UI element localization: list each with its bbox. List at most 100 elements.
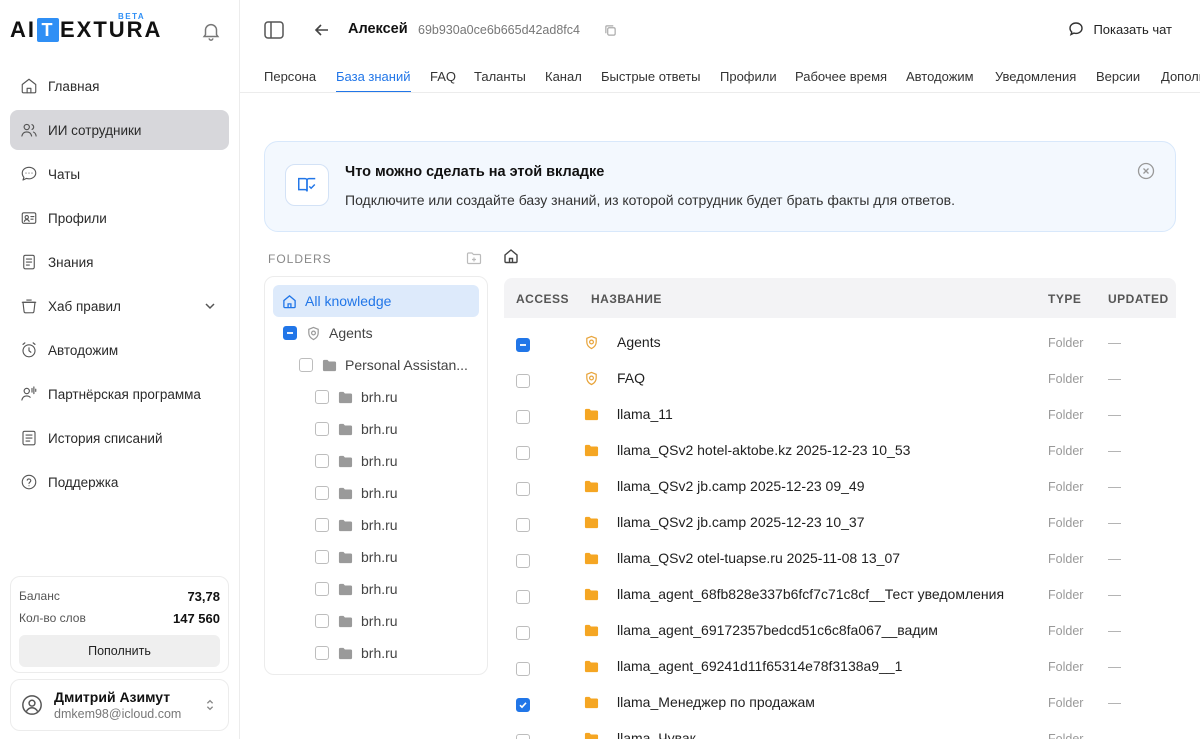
bell-icon[interactable]: [200, 20, 222, 42]
row-updated: —: [1108, 443, 1121, 458]
access-checkbox[interactable]: [516, 337, 530, 352]
access-checkbox[interactable]: [516, 373, 530, 388]
table-row[interactable]: llama_QSv2 jb.camp 2025-12-23 09_49 Folde…: [504, 468, 1176, 504]
column-access[interactable]: ACCESS: [516, 292, 569, 306]
tree-item-label: All knowledge: [305, 293, 392, 309]
sidebar-toggle-icon[interactable]: [264, 21, 284, 39]
table-row[interactable]: llama_agent_68fb828e337b6fcf7c71c8cf__Те…: [504, 576, 1176, 612]
balance-card: Баланс 73,78 Кол-во слов 147 560 Пополни…: [10, 576, 229, 673]
column-updated[interactable]: UPDATED: [1108, 292, 1169, 306]
tab-12[interactable]: Дополнительно: [1161, 69, 1200, 92]
access-checkbox[interactable]: [516, 589, 530, 604]
tree-item-child[interactable]: brh.ru: [315, 477, 479, 509]
tree-item-child[interactable]: brh.ru: [315, 381, 479, 413]
tab-10[interactable]: Уведомления: [995, 69, 1076, 92]
show-chat-button[interactable]: Показать чат: [1068, 21, 1172, 37]
access-checkbox[interactable]: [516, 553, 530, 568]
tree-checkbox[interactable]: [283, 326, 297, 340]
access-checkbox[interactable]: [516, 409, 530, 424]
sidebar-item-chat[interactable]: Чаты: [10, 154, 229, 194]
user-menu[interactable]: Дмитрий Азимут dmkem98@icloud.com: [10, 679, 229, 731]
table-row[interactable]: llama_Чувак Folder —: [504, 720, 1176, 739]
tree-checkbox[interactable]: [315, 582, 329, 596]
sidebar-item-users[interactable]: ИИ сотрудники: [10, 110, 229, 150]
sidebar-item-help[interactable]: Поддержка: [10, 462, 229, 502]
column-type[interactable]: TYPE: [1048, 292, 1081, 306]
back-arrow-icon[interactable]: [314, 22, 330, 38]
logo[interactable]: AI T EXTURA BETA: [10, 12, 162, 46]
access-checkbox[interactable]: [516, 733, 530, 739]
tree-item-child[interactable]: brh.ru: [315, 509, 479, 541]
tab-11[interactable]: Версии: [1096, 69, 1140, 92]
sidebar-item-label: Профили: [48, 210, 107, 226]
table-row[interactable]: llama_QSv2 otel-tuapse.ru 2025-11-08 13_…: [504, 540, 1176, 576]
sidebar-item-partner[interactable]: Партнёрская программа: [10, 374, 229, 414]
close-icon[interactable]: [1137, 162, 1155, 180]
row-type: Folder: [1048, 552, 1084, 566]
tree-checkbox[interactable]: [315, 422, 329, 436]
table-row[interactable]: llama_QSv2 jb.camp 2025-12-23 10_37 Folde…: [504, 504, 1176, 540]
topup-button[interactable]: Пополнить: [19, 635, 220, 667]
row-name: llama_11: [617, 406, 673, 422]
tree-item-personal-assistant[interactable]: Personal Assistan...: [299, 349, 479, 381]
sidebar-item-history[interactable]: История списаний: [10, 418, 229, 458]
tree-checkbox[interactable]: [299, 358, 313, 372]
sidebar-item-rules[interactable]: Хаб правил: [10, 286, 229, 326]
table-row[interactable]: llama_QSv2 hotel-aktobe.kz 2025-12-23 10…: [504, 432, 1176, 468]
tree-item-agents[interactable]: Agents: [283, 317, 479, 349]
table-row[interactable]: llama_agent_69241d11f65314e78f3138a9__1 F…: [504, 648, 1176, 684]
table-row[interactable]: llama_agent_69172357bedcd51c6c8fa067__ва…: [504, 612, 1176, 648]
tab-3[interactable]: FAQ: [430, 69, 456, 92]
tree-item-child[interactable]: brh.ru: [315, 573, 479, 605]
tab-1[interactable]: Персона: [264, 69, 316, 92]
tab-6[interactable]: Быстрые ответы: [601, 69, 701, 92]
table-row[interactable]: Agents Folder —: [504, 324, 1176, 360]
tab-9[interactable]: Автодожим: [906, 69, 974, 92]
row-name: llama_agent_69172357bedcd51c6c8fa067__ва…: [617, 622, 938, 638]
tab-8[interactable]: Рабочее время: [795, 69, 887, 92]
access-checkbox[interactable]: [516, 481, 530, 496]
tab-2[interactable]: База знаний: [336, 69, 411, 92]
chevron-up-down-icon: [206, 699, 214, 711]
tree-checkbox[interactable]: [315, 390, 329, 404]
access-checkbox[interactable]: [516, 697, 530, 712]
tree-item-child[interactable]: brh.ru: [315, 605, 479, 637]
tree-item-all-knowledge[interactable]: All knowledge: [273, 285, 479, 317]
sidebar-item-profile-card[interactable]: Профили: [10, 198, 229, 238]
access-checkbox[interactable]: [516, 517, 530, 532]
tree-checkbox[interactable]: [315, 646, 329, 660]
table-row[interactable]: llama_11 Folder —: [504, 396, 1176, 432]
access-checkbox[interactable]: [516, 445, 530, 460]
tree-item-child[interactable]: brh.ru: [315, 413, 479, 445]
tree-item-child[interactable]: brh.ru: [315, 541, 479, 573]
tree-item-child[interactable]: brh.ru: [315, 445, 479, 477]
access-checkbox[interactable]: [516, 625, 530, 640]
tree-checkbox[interactable]: [315, 454, 329, 468]
balance-value: 73,78: [187, 588, 220, 604]
tree-item-child[interactable]: brh.ru: [315, 637, 479, 669]
row-updated: —: [1108, 551, 1121, 566]
sidebar-item-alarm-clock[interactable]: Автодожим: [10, 330, 229, 370]
tree-checkbox[interactable]: [315, 518, 329, 532]
folder-icon: [338, 583, 353, 595]
table-row[interactable]: FAQ Folder —: [504, 360, 1176, 396]
access-checkbox[interactable]: [516, 661, 530, 676]
tab-7[interactable]: Профили: [720, 69, 777, 92]
sidebar-item-document[interactable]: Знания: [10, 242, 229, 282]
tree-checkbox[interactable]: [315, 614, 329, 628]
tree-checkbox[interactable]: [315, 486, 329, 500]
tree-item-label: Agents: [329, 325, 373, 341]
tab-4[interactable]: Таланты: [474, 69, 526, 92]
tree-checkbox[interactable]: [315, 550, 329, 564]
table-row[interactable]: llama_Менеджер по продажам Folder —: [504, 684, 1176, 720]
home-icon: [283, 294, 296, 308]
help-icon: [21, 474, 37, 490]
sidebar-item-home[interactable]: Главная: [10, 66, 229, 106]
row-updated: —: [1108, 515, 1121, 530]
column-name[interactable]: НАЗВАНИЕ: [591, 292, 662, 306]
copy-icon[interactable]: [604, 24, 617, 37]
add-folder-icon[interactable]: [466, 250, 482, 266]
home-breadcrumb-icon[interactable]: [503, 248, 519, 264]
tab-5[interactable]: Канал: [545, 69, 582, 92]
folder-icon: [338, 519, 353, 531]
